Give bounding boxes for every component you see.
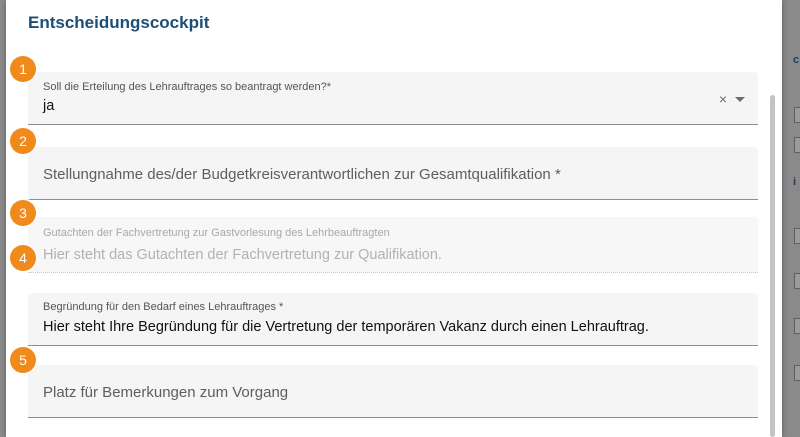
decision-cockpit-dialog: Entscheidungscockpit Soll die Erteilung … (6, 0, 782, 437)
step-badge-1: 1 (10, 56, 36, 82)
background-field-edge (794, 228, 800, 244)
expert-opinion-value: Hier steht das Gutachten der Fachvertret… (43, 247, 442, 263)
background-page-right: c i (782, 0, 800, 437)
background-text-fragment: c (793, 54, 800, 66)
justification-label: Begründung für den Bedarf eines Lehrauft… (43, 301, 284, 313)
step-badge-4: 4 (10, 245, 36, 271)
background-text-fragment: i (793, 176, 797, 188)
dialog-title: Entscheidungscockpit (28, 13, 210, 32)
approval-select-label: Soll die Erteilung des Lehrauftrages so … (43, 81, 332, 93)
expert-opinion-label: Gutachten der Fachvertretung zur Gastvor… (43, 227, 390, 239)
approval-select-value: ja (43, 98, 55, 114)
background-field-edge (794, 273, 800, 289)
approval-select[interactable]: Soll die Erteilung des Lehrauftrages so … (28, 72, 758, 125)
expert-opinion-field: Gutachten der Fachvertretung zur Gastvor… (28, 217, 758, 273)
dialog-scrollbar[interactable] (770, 95, 775, 437)
background-field-edge (794, 107, 800, 123)
budget-statement-placeholder: Stellungnahme des/der Budgetkreisverantw… (43, 166, 561, 183)
chevron-down-icon[interactable] (735, 97, 745, 102)
step-badge-3: 3 (10, 200, 36, 226)
step-badge-2: 2 (10, 128, 36, 154)
remarks-field[interactable]: Platz für Bemerkungen zum Vorgang (28, 365, 758, 418)
background-field-edge (794, 318, 800, 334)
background-field-edge (794, 137, 800, 153)
justification-field[interactable]: Begründung für den Bedarf eines Lehrauft… (28, 293, 758, 346)
remarks-placeholder: Platz für Bemerkungen zum Vorgang (43, 384, 289, 401)
step-badge-5: 5 (10, 347, 36, 373)
justification-value: Hier steht Ihre Begründung für die Vertr… (43, 319, 649, 335)
background-field-edge (794, 365, 800, 381)
budget-statement-field[interactable]: Stellungnahme des/der Budgetkreisverantw… (28, 147, 758, 200)
close-icon[interactable]: × (717, 91, 729, 107)
